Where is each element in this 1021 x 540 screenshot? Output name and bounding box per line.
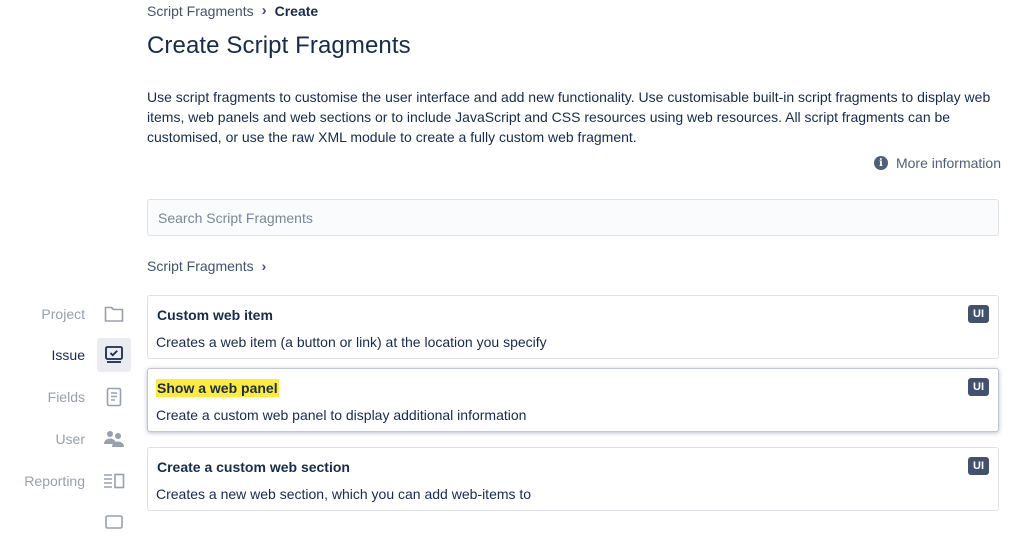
sidebar-item-label: Project [41, 306, 85, 322]
page-description: Use script fragments to customise the us… [147, 89, 991, 145]
fragment-card-show-web-panel[interactable]: Show a web panel Create a custom web pan… [147, 368, 999, 432]
script-fragments-section-link[interactable]: Script Fragments › [147, 258, 266, 274]
sidebar-item-more[interactable] [0, 504, 140, 540]
fragment-card-custom-web-section[interactable]: Create a custom web section Creates a ne… [147, 447, 999, 511]
search-input[interactable] [147, 199, 999, 236]
users-icon [97, 422, 131, 456]
folder-icon [97, 297, 131, 331]
sidebar-item-label: Issue [51, 347, 85, 363]
more-information-link[interactable]: i More information [873, 155, 1001, 171]
section-label: Script Fragments [147, 258, 254, 274]
sidebar-item-user[interactable]: User [0, 421, 140, 457]
breadcrumb-parent-link[interactable]: Script Fragments [147, 3, 254, 19]
ui-badge: UI [968, 305, 989, 323]
reporting-icon [97, 464, 131, 498]
breadcrumb-separator: › [261, 2, 267, 19]
sidebar-item-fields[interactable]: Fields [0, 379, 140, 415]
sidebar-item-issue[interactable]: Issue [0, 337, 140, 373]
card-description: Create a custom web panel to display add… [156, 407, 527, 423]
breadcrumb-current: Create [274, 2, 319, 19]
chevron-right-icon: › [261, 258, 267, 274]
issue-icon [97, 338, 131, 372]
card-description: Creates a web item (a button or link) at… [156, 334, 547, 350]
ui-badge: UI [968, 378, 989, 396]
page-title: Create Script Fragments [147, 32, 411, 59]
card-title: Create a custom web section [157, 459, 350, 475]
card-description: Creates a new web section, which you can… [156, 486, 532, 502]
info-icon: i [873, 156, 888, 170]
sidebar-more-icon [97, 505, 131, 539]
card-title: Custom web item [157, 307, 273, 323]
card-title: Show a web panel [156, 379, 279, 397]
sidebar-item-label: Reporting [24, 473, 85, 489]
sidebar-item-label: Fields [47, 389, 85, 405]
sidebar-item-project[interactable]: Project [0, 296, 140, 332]
ui-badge: UI [968, 457, 989, 475]
breadcrumb: Script Fragments › Create [147, 2, 318, 19]
sidebar-item-label: User [55, 431, 85, 447]
fields-icon [97, 380, 131, 414]
sidebar-item-reporting[interactable]: Reporting [0, 463, 140, 499]
fragment-card-custom-web-item[interactable]: Custom web item Creates a web item (a bu… [147, 295, 999, 359]
more-information-label: More information [895, 155, 1001, 171]
